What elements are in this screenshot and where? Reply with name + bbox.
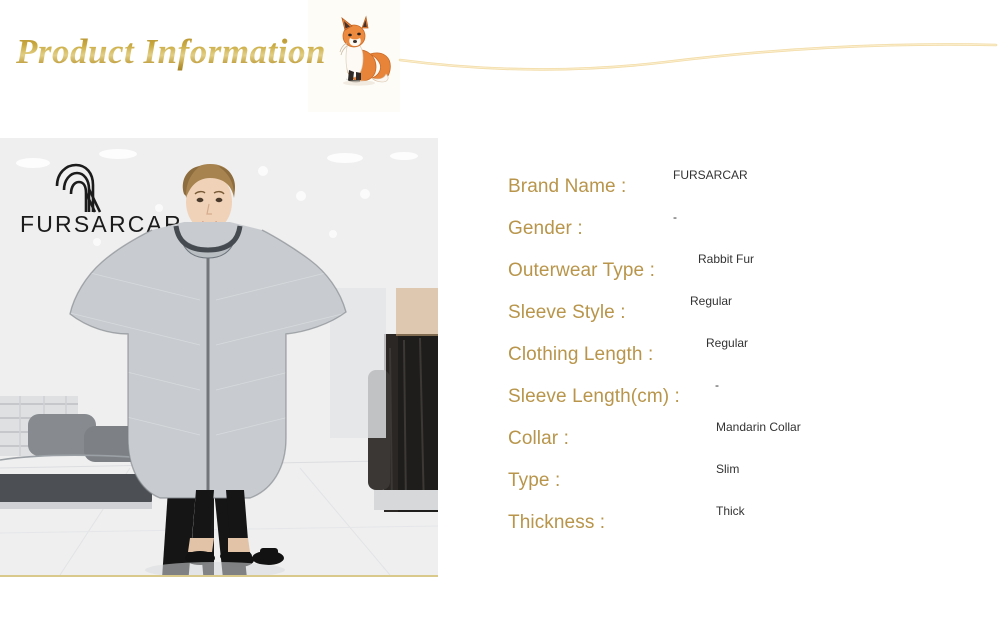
spec-row-gender: Gender : - xyxy=(508,210,978,252)
spec-value: Rabbit Fur xyxy=(698,252,755,266)
wave-divider xyxy=(396,18,1000,80)
spec-row-outerwear-type: Outerwear Type : Rabbit Fur xyxy=(508,252,978,294)
spec-value: Slim xyxy=(716,462,740,476)
spec-label: Outerwear Type : xyxy=(508,260,655,281)
spec-value: - xyxy=(715,378,719,392)
spec-row-brand-name: Brand Name : FURSARCAR xyxy=(508,168,978,210)
spec-value: Regular xyxy=(690,294,733,308)
spec-label: Clothing Length : xyxy=(508,344,654,365)
spec-label: Thickness : xyxy=(508,512,606,533)
spec-value: Thick xyxy=(716,504,745,518)
spec-label: Type : xyxy=(508,470,561,491)
spec-label: Sleeve Style : xyxy=(508,302,626,323)
spec-row-sleeve-length: Sleeve Length(cm) : - xyxy=(508,378,978,420)
spec-value: FURSARCAR xyxy=(673,168,748,182)
spec-label: Sleeve Length(cm) : xyxy=(508,386,680,407)
spec-value: Regular xyxy=(706,336,749,350)
spec-row-sleeve-style: Sleeve Style : Regular xyxy=(508,294,978,336)
fox-icon xyxy=(326,10,400,94)
spec-row-collar: Collar : Mandarin Collar xyxy=(508,420,978,462)
page-title: Product Information xyxy=(16,32,326,71)
spec-value: Mandarin Collar xyxy=(716,420,801,434)
spec-label: Brand Name : xyxy=(508,176,627,197)
page-header: Product Information xyxy=(0,0,1000,130)
spec-value: - xyxy=(673,210,677,224)
spec-label: Collar : xyxy=(508,428,569,449)
specifications-list: Brand Name : FURSARCAR Gender : - Outerw… xyxy=(508,168,978,546)
spec-label: Gender : xyxy=(508,218,583,239)
spec-row-type: Type : Slim xyxy=(508,462,978,504)
spec-row-thickness: Thickness : Thick xyxy=(508,504,978,546)
spec-row-clothing-length: Clothing Length : Regular xyxy=(508,336,978,378)
product-photo: 0%" stop-color="#f2f3f4"/> 55%" stop-col… xyxy=(0,138,438,577)
